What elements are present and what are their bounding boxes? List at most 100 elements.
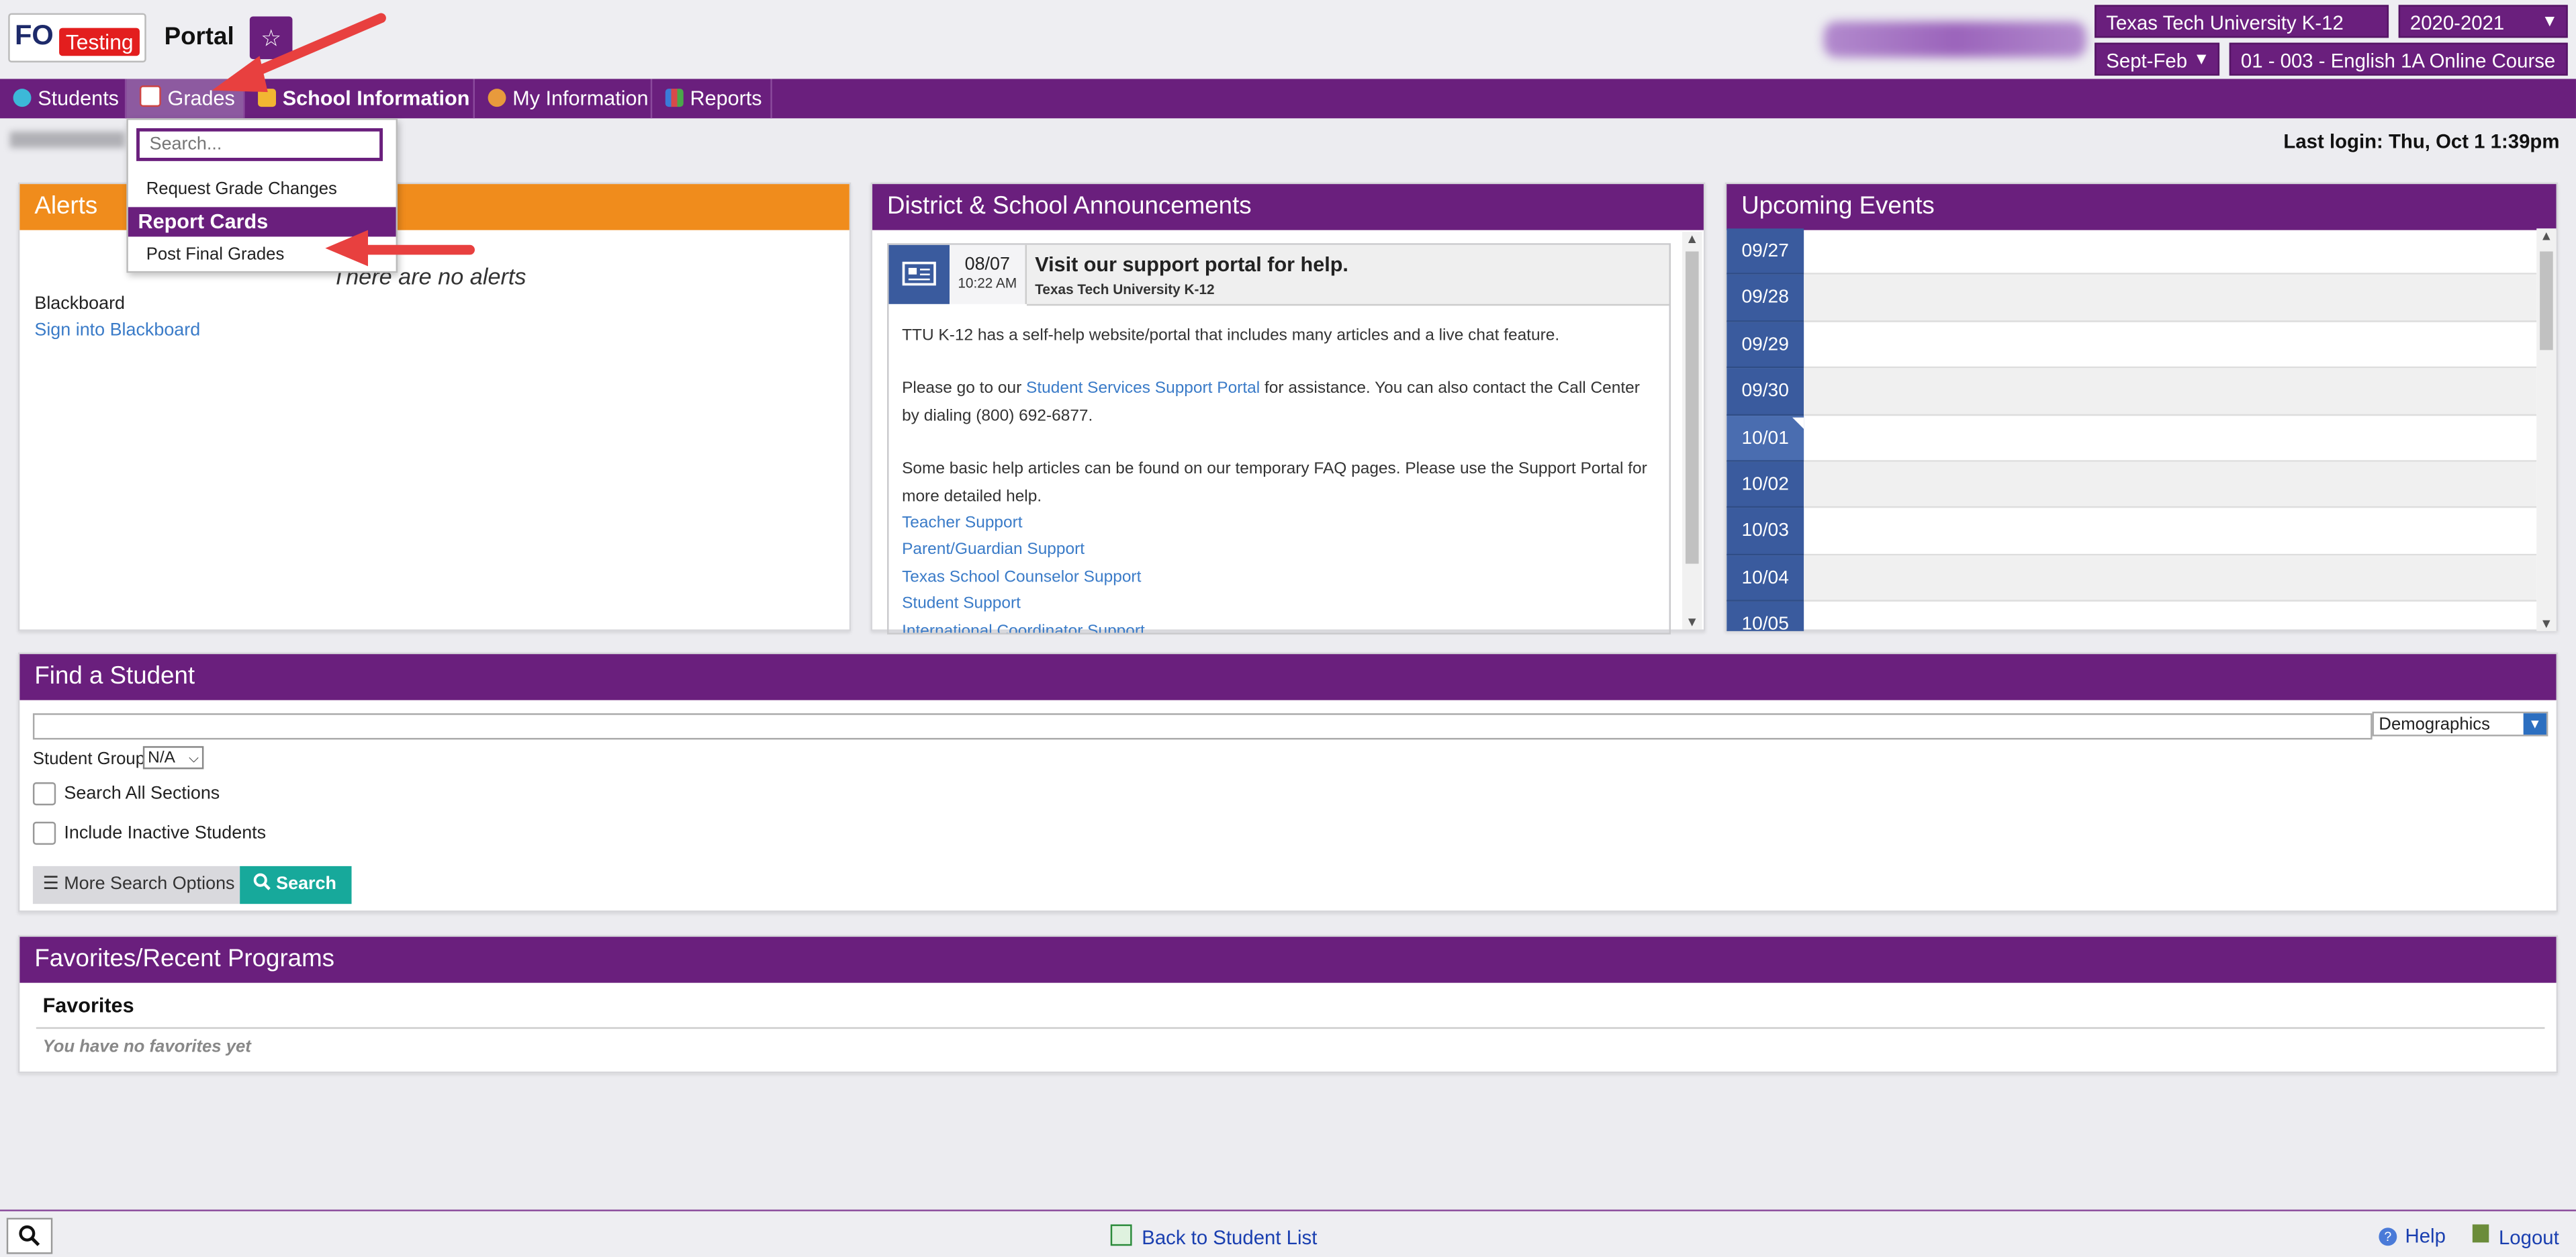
- event-row[interactable]: 09/29: [1727, 322, 2537, 369]
- chevron-down-icon: ▼: [2541, 13, 2559, 32]
- include-inactive-label: Include Inactive Students: [64, 823, 267, 843]
- main-nav: Students Grades School Information My In…: [0, 79, 2576, 119]
- events-panel: Upcoming Events 09/27 09/28 09/29 09/30 …: [1724, 182, 2559, 631]
- event-row[interactable]: 10/05: [1727, 602, 2536, 631]
- nav-school-information[interactable]: School Information: [245, 79, 475, 119]
- announcement-body: TTU K-12 has a self-help website/portal …: [902, 324, 1657, 633]
- back-to-student-list-label: Back to Student List: [1142, 1225, 1318, 1250]
- today-marker-icon: [1792, 416, 1804, 428]
- scroll-down-icon[interactable]: ▼: [1686, 614, 1698, 629]
- nav-grades[interactable]: Grades: [126, 79, 245, 119]
- logout-link[interactable]: Logout: [2472, 1224, 2559, 1249]
- event-cell[interactable]: [1804, 461, 2537, 509]
- event-row[interactable]: 09/27: [1727, 228, 2537, 275]
- nav-school-information-label: School Information: [282, 87, 470, 110]
- international-support-link[interactable]: International Coordinator Support: [902, 619, 1657, 633]
- demographics-select[interactable]: Demographics ▼: [2372, 711, 2548, 737]
- student-support-link[interactable]: Student Support: [902, 592, 1657, 619]
- menu-item-post-final-grades[interactable]: Post Final Grades: [146, 245, 285, 265]
- event-date: 09/30: [1727, 368, 1804, 416]
- student-group-value: N/A: [148, 749, 175, 768]
- event-cell[interactable]: [1804, 322, 2537, 369]
- app-window: FO Testing Portal ☆ Texas Tech Universit…: [0, 0, 2576, 1257]
- event-cell[interactable]: [1804, 415, 2537, 462]
- counselor-support-link[interactable]: Texas School Counselor Support: [902, 565, 1657, 592]
- reports-chart-icon: [665, 89, 684, 107]
- menu-search-input[interactable]: [136, 128, 383, 161]
- search-button-label: Search: [276, 874, 336, 894]
- search-all-sections-label: Search All Sections: [64, 784, 220, 804]
- focus-logo[interactable]: FO Testing: [8, 13, 146, 63]
- teacher-support-link[interactable]: Teacher Support: [902, 511, 1657, 538]
- grades-dropdown-menu: Request Grade Changes Report Cards Post …: [126, 118, 398, 273]
- event-row[interactable]: 09/30: [1727, 368, 2537, 416]
- list-icon: [1110, 1224, 1132, 1246]
- year-select[interactable]: 2020-2021 ▼: [2398, 5, 2568, 38]
- no-favorites-message: You have no favorites yet: [42, 1037, 251, 1057]
- list-icon: ☰: [42, 874, 64, 894]
- blackboard-signin-link[interactable]: Sign into Blackboard: [34, 320, 200, 340]
- event-cell[interactable]: [1804, 555, 2537, 602]
- search-icon[interactable]: [6, 1217, 53, 1254]
- chevron-down-icon[interactable]: ▼: [2523, 713, 2546, 735]
- user-group-icon: [488, 89, 506, 107]
- search-button[interactable]: Search: [240, 866, 352, 904]
- announcement-date-day: 08/07: [964, 254, 1010, 275]
- help-label: Help: [2405, 1224, 2446, 1248]
- favorites-heading: Favorites: [42, 994, 134, 1018]
- menu-item-request-grade-changes[interactable]: Request Grade Changes: [146, 179, 337, 199]
- nav-my-information[interactable]: My Information: [475, 79, 653, 119]
- include-inactive-checkbox[interactable]: [32, 821, 56, 845]
- student-search-input[interactable]: [32, 713, 2373, 740]
- announcement-date-time: 10:22 AM: [958, 274, 1017, 291]
- scroll-up-icon[interactable]: ▲: [1686, 232, 1698, 246]
- scrollbar-thumb[interactable]: [1686, 251, 1699, 564]
- scrollbar-thumb[interactable]: [2540, 251, 2553, 351]
- menu-section-report-cards: Report Cards: [128, 207, 396, 237]
- event-cell[interactable]: [1804, 228, 2537, 275]
- announcements-title: District & School Announcements: [872, 184, 1704, 230]
- section-select[interactable]: 01 - 003 - English 1A Online Course: [2229, 42, 2568, 76]
- find-student-panel: Find a Student Demographics ▼ Student Gr…: [17, 652, 2559, 913]
- event-row[interactable]: 10/04: [1727, 555, 2537, 602]
- event-row[interactable]: 10/02: [1727, 461, 2537, 509]
- back-to-student-list-link[interactable]: Back to Student List: [1110, 1224, 1318, 1250]
- announcement-date: 08/07 10:22 AM: [950, 244, 1027, 304]
- bottom-bar: Back to Student List ? Help Logout: [0, 1209, 2576, 1257]
- school-select[interactable]: Texas Tech University K-12: [2095, 5, 2389, 38]
- star-icon[interactable]: ☆: [249, 16, 293, 60]
- students-icon: [13, 89, 32, 107]
- welcome-text-redacted: [9, 131, 125, 148]
- section-select-value: 01 - 003 - English 1A Online Course: [2240, 49, 2556, 73]
- event-date: 10/03: [1727, 508, 1804, 555]
- events-scrollbar[interactable]: ▲ ▼: [2536, 228, 2557, 631]
- nav-reports[interactable]: Reports: [652, 79, 772, 119]
- event-cell[interactable]: [1804, 368, 2537, 416]
- event-date: 10/04: [1727, 555, 1804, 602]
- favorites-title: Favorites/Recent Programs: [19, 937, 2557, 983]
- event-cell[interactable]: [1804, 602, 2536, 631]
- event-row[interactable]: 10/03: [1727, 508, 2537, 555]
- announcement-title: Visit our support portal for help.: [1035, 252, 1348, 277]
- event-cell[interactable]: [1804, 275, 2537, 322]
- search-all-sections-checkbox[interactable]: [32, 782, 56, 806]
- nav-students[interactable]: Students: [0, 79, 127, 119]
- scroll-up-icon[interactable]: ▲: [2540, 228, 2552, 243]
- announcements-scrollbar[interactable]: ▲ ▼: [1682, 232, 1702, 630]
- support-portal-link[interactable]: Student Services Support Portal: [1026, 380, 1260, 398]
- help-link[interactable]: ? Help: [2379, 1224, 2446, 1248]
- term-select[interactable]: Sept-Feb ▼: [2095, 42, 2220, 76]
- student-group-select[interactable]: N/A ⌵: [142, 746, 204, 770]
- newspaper-icon: [888, 244, 950, 304]
- school-house-icon: [258, 89, 276, 107]
- scroll-down-icon[interactable]: ▼: [2540, 616, 2552, 631]
- more-search-options-button[interactable]: ☰ More Search Options: [32, 866, 240, 904]
- parent-support-link[interactable]: Parent/Guardian Support: [902, 538, 1657, 565]
- search-icon: [253, 873, 271, 890]
- logout-door-icon: [2472, 1224, 2489, 1243]
- logo-text: FO: [15, 19, 54, 51]
- event-row[interactable]: 10/01: [1727, 415, 2537, 462]
- chevron-down-icon: ▼: [2193, 50, 2210, 69]
- event-cell[interactable]: [1804, 508, 2537, 555]
- event-row[interactable]: 09/28: [1727, 275, 2537, 322]
